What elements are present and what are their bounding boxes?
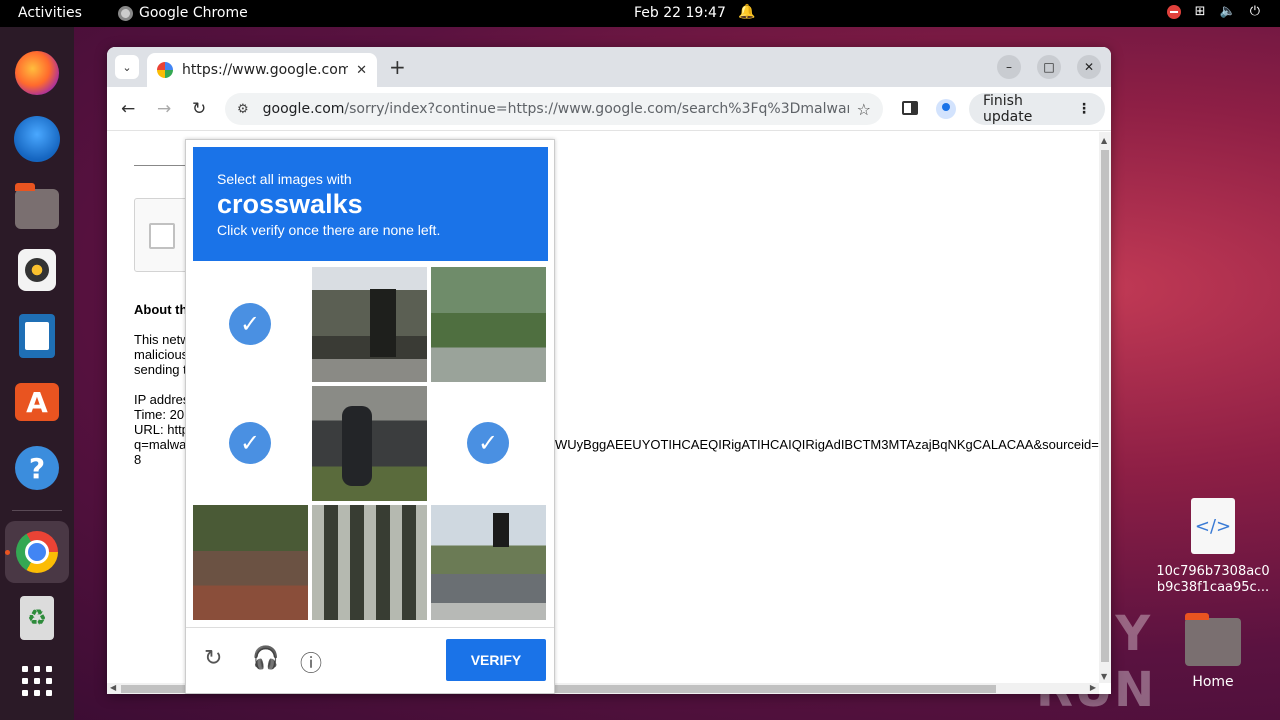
- chrome-dock-button[interactable]: [5, 521, 69, 583]
- network-icon: ⊞: [1194, 4, 1206, 19]
- profile-icon[interactable]: [936, 99, 956, 119]
- challenge-tile-3[interactable]: [431, 267, 546, 382]
- google-favicon-icon: [157, 62, 173, 78]
- challenge-footer: ↻ 🎧 ⓘ VERIFY: [186, 627, 554, 693]
- ip-line: IP addres: [134, 392, 190, 407]
- dock-separator: [12, 510, 62, 511]
- chrome-icon: [118, 5, 133, 21]
- bell-icon: 🔔: [738, 4, 756, 20]
- minimize-button[interactable]: –: [997, 55, 1021, 79]
- running-indicator: [5, 550, 10, 555]
- challenge-tile-4[interactable]: ✓: [193, 386, 308, 501]
- challenge-instruction: Select all images with: [217, 171, 352, 187]
- home-label: Home: [1192, 674, 1234, 690]
- power-icon: ⏻: [1249, 4, 1260, 19]
- forward-button[interactable]: →: [157, 99, 171, 119]
- tile-selected-check-icon: ✓: [467, 422, 509, 464]
- about-line-1: This netw: [134, 332, 190, 347]
- desktop-file[interactable]: </> 10c796b7308ac0 b9c38f1caa95c...: [1150, 498, 1276, 596]
- site-info-icon[interactable]: ⚙: [237, 102, 249, 117]
- challenge-tile-7[interactable]: [193, 505, 308, 620]
- dock: A ? ♻: [0, 27, 74, 720]
- app-menu-label: Google Chrome: [139, 5, 248, 21]
- recaptcha-challenge: Select all images with crosswalks Click …: [185, 139, 555, 694]
- query-line: q=malwa: [134, 437, 187, 452]
- volume-icon: 🔈: [1219, 4, 1236, 19]
- challenge-tile-9[interactable]: [431, 505, 546, 620]
- challenge-target: crosswalks: [217, 189, 363, 219]
- recaptcha-checkbox[interactable]: [149, 223, 175, 249]
- about-line-3: sending t: [134, 362, 187, 377]
- long-url-text: WUyBggAEEUYOTIHCAEQIRigATIHCAIQIRigAdIBC…: [555, 437, 1099, 452]
- firefox-icon[interactable]: [15, 51, 59, 95]
- challenge-tile-8[interactable]: [312, 505, 427, 620]
- url-text: google.com/sorry/index?continue=https://…: [263, 101, 849, 117]
- thunderbird-icon[interactable]: [14, 116, 60, 162]
- about-heading: About th: [134, 302, 188, 317]
- finish-update-button[interactable]: Finish update ⋮: [969, 93, 1105, 125]
- home-folder-icon: [1185, 613, 1241, 666]
- more-menu-icon: ⋮: [1077, 101, 1091, 117]
- url-host: google.com: [262, 101, 345, 117]
- tab-google[interactable]: https://www.google.com ✕: [147, 53, 377, 87]
- close-window-button[interactable]: ✕: [1077, 55, 1101, 79]
- scroll-left-icon[interactable]: ◀: [110, 683, 116, 692]
- app-menu[interactable]: Google Chrome: [118, 5, 248, 21]
- tab-search-button[interactable]: ⌄: [115, 55, 139, 79]
- bookmark-star-icon[interactable]: ☆: [857, 100, 871, 119]
- challenge-tile-6[interactable]: ✓: [431, 386, 546, 501]
- tab-close-icon[interactable]: ✕: [356, 63, 367, 78]
- trash-icon[interactable]: ♻: [20, 596, 54, 640]
- challenge-hint: Click verify once there are none left.: [217, 222, 441, 238]
- app-center-icon[interactable]: A: [15, 383, 59, 421]
- challenge-header: Select all images with crosswalks Click …: [193, 147, 548, 261]
- tile-selected-check-icon: ✓: [229, 303, 271, 345]
- top-bar: Activities Google Chrome Feb 22 19:47 🔔 …: [0, 0, 1280, 27]
- tab-title: https://www.google.com: [182, 62, 349, 78]
- query-line-end: 8: [134, 452, 142, 467]
- time-line: Time: 20: [134, 407, 185, 422]
- challenge-grid: ✓ ✓ ✓: [193, 267, 548, 620]
- activities-button[interactable]: Activities: [18, 5, 82, 21]
- verify-button[interactable]: VERIFY: [446, 639, 546, 681]
- challenge-tile-1[interactable]: ✓: [193, 267, 308, 382]
- vertical-scroll-thumb[interactable]: [1101, 150, 1109, 662]
- info-icon[interactable]: ⓘ: [300, 646, 322, 678]
- code-file-icon: </>: [1191, 498, 1235, 554]
- back-button[interactable]: ←: [121, 99, 135, 119]
- challenge-tile-2[interactable]: [312, 267, 427, 382]
- side-panel-icon[interactable]: [902, 101, 918, 115]
- chrome-icon: [16, 531, 58, 573]
- about-line-2: malicious: [134, 347, 189, 362]
- reload-challenge-icon[interactable]: ↻: [204, 646, 222, 671]
- browser-toolbar: ← → ↻ ⚙ google.com/sorry/index?continue=…: [107, 87, 1111, 131]
- address-bar[interactable]: ⚙ google.com/sorry/index?continue=https:…: [225, 93, 883, 125]
- audio-challenge-icon[interactable]: 🎧: [252, 646, 279, 671]
- tab-strip: ⌄ https://www.google.com ✕ + – □ ✕: [107, 47, 1111, 87]
- file-name-line1: 10c796b7308ac0: [1156, 564, 1270, 579]
- scroll-right-icon[interactable]: ▶: [1090, 683, 1096, 692]
- desktop-home[interactable]: Home: [1182, 613, 1244, 690]
- maximize-button[interactable]: □: [1037, 55, 1061, 79]
- help-icon[interactable]: ?: [15, 446, 59, 490]
- reload-button[interactable]: ↻: [192, 99, 206, 119]
- file-name-line2: b9c38f1caa95c...: [1156, 580, 1270, 595]
- clock[interactable]: Feb 22 19:47: [634, 5, 726, 21]
- system-tray[interactable]: ⊞ 🔈 ⏻: [1166, 4, 1260, 19]
- scroll-up-icon[interactable]: ▲: [1101, 136, 1107, 145]
- libreoffice-writer-icon[interactable]: [19, 314, 55, 358]
- rhythmbox-icon[interactable]: [18, 249, 56, 291]
- new-tab-button[interactable]: +: [389, 55, 406, 79]
- challenge-tile-5[interactable]: [312, 386, 427, 501]
- url-line: URL: http: [134, 422, 189, 437]
- finish-update-label: Finish update: [983, 93, 1033, 125]
- url-path: /sorry/index?continue=https://www.google…: [344, 101, 849, 117]
- scroll-down-icon[interactable]: ▼: [1101, 672, 1107, 681]
- vertical-scrollbar[interactable]: ▲ ▼: [1099, 132, 1111, 683]
- do-not-disturb-icon: [1166, 4, 1181, 19]
- show-apps-icon[interactable]: [19, 663, 55, 699]
- tile-selected-check-icon: ✓: [229, 422, 271, 464]
- files-icon[interactable]: [15, 183, 59, 229]
